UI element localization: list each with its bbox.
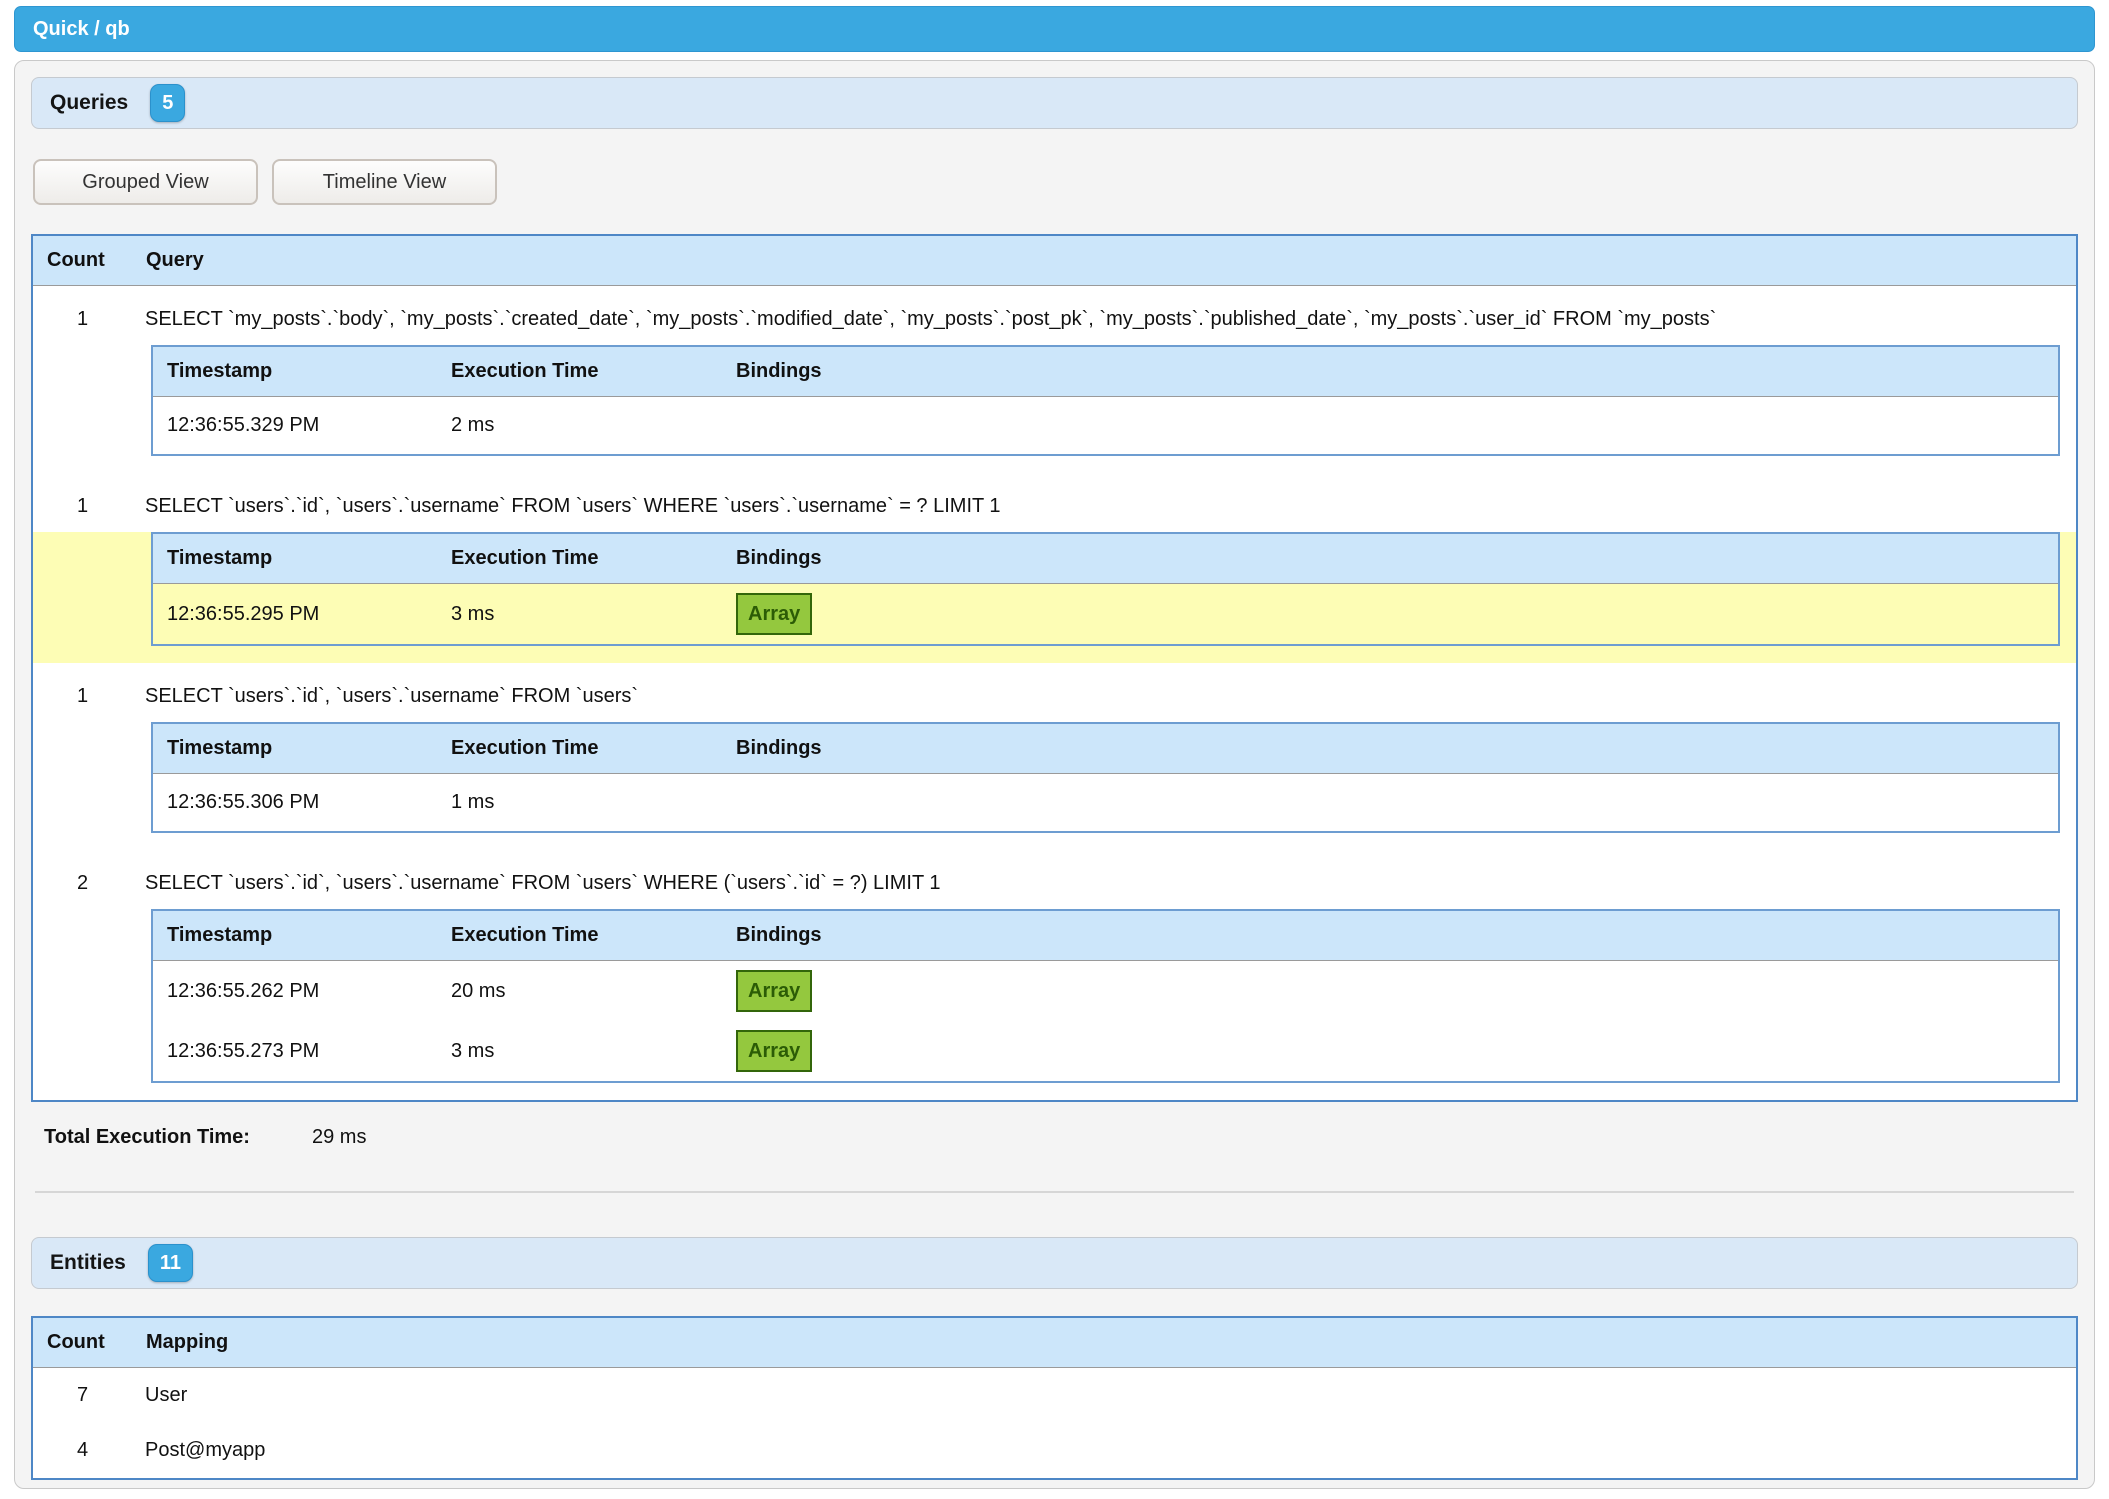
exec-col-execution-time: Execution Time <box>437 533 722 584</box>
execution-row: 12:36:55.262 PM 20 ms Array <box>152 961 2059 1022</box>
exec-bindings: Array <box>722 584 2059 646</box>
total-execution-time-value: 29 ms <box>312 1126 366 1149</box>
query-row: 1 SELECT `users`.`id`, `users`.`username… <box>32 663 2077 722</box>
exec-timestamp: 12:36:55.329 PM <box>152 397 437 456</box>
exec-col-execution-time: Execution Time <box>437 910 722 961</box>
exec-bindings <box>722 397 2059 456</box>
queries-table-header-row: Count Query <box>32 235 2077 286</box>
query-row: 1 SELECT `my_posts`.`body`, `my_posts`.`… <box>32 286 2077 346</box>
query-row: 1 SELECT `users`.`id`, `users`.`username… <box>32 473 2077 532</box>
query-sql: SELECT `my_posts`.`body`, `my_posts`.`cr… <box>132 286 2077 346</box>
exec-col-execution-time: Execution Time <box>437 723 722 774</box>
query-count: 1 <box>32 663 132 722</box>
entity-mapping: Post@myapp <box>132 1423 2077 1479</box>
app-header-title: Quick / qb <box>33 18 130 41</box>
executions-table: Timestamp Execution Time Bindings 12:36:… <box>151 722 2060 833</box>
entity-count: 7 <box>32 1368 132 1424</box>
query-sql: SELECT `users`.`id`, `users`.`username` … <box>132 850 2077 909</box>
exec-time: 3 ms <box>437 1021 722 1082</box>
query-executions-row: Timestamp Execution Time Bindings 12:36:… <box>32 722 2077 850</box>
queries-count-badge: 5 <box>150 84 185 122</box>
exec-bindings <box>722 774 2059 833</box>
bindings-array-button[interactable]: Array <box>736 593 812 635</box>
app-header: Quick / qb <box>14 6 2095 52</box>
timeline-view-button[interactable]: Timeline View <box>272 159 497 205</box>
execution-row: 12:36:55.306 PM 1 ms <box>152 774 2059 833</box>
entity-mapping: User <box>132 1368 2077 1424</box>
entities-section-label: Entities <box>50 1251 126 1275</box>
query-count: 1 <box>32 286 132 346</box>
debug-panel: Queries 5 Grouped View Timeline View Cou… <box>14 60 2095 1489</box>
exec-time: 2 ms <box>437 397 722 456</box>
exec-col-bindings: Bindings <box>722 910 2059 961</box>
queries-table: Count Query 1 SELECT `my_posts`.`body`, … <box>31 234 2078 1102</box>
entities-table-header-row: Count Mapping <box>32 1317 2077 1368</box>
bindings-array-button[interactable]: Array <box>736 970 812 1012</box>
grouped-view-button[interactable]: Grouped View <box>33 159 258 205</box>
exec-col-timestamp: Timestamp <box>152 723 437 774</box>
query-executions-row: Timestamp Execution Time Bindings 12:36:… <box>32 909 2077 1101</box>
queries-section-header[interactable]: Queries 5 <box>31 77 2078 129</box>
exec-time: 1 ms <box>437 774 722 833</box>
exec-col-bindings: Bindings <box>722 723 2059 774</box>
total-execution-time-label: Total Execution Time: <box>44 1126 312 1149</box>
query-sql: SELECT `users`.`id`, `users`.`username` … <box>132 663 2077 722</box>
exec-col-execution-time: Execution Time <box>437 346 722 397</box>
section-divider <box>35 1191 2074 1193</box>
query-count: 1 <box>32 473 132 532</box>
executions-table: Timestamp Execution Time Bindings 12:36:… <box>151 345 2060 456</box>
exec-timestamp: 12:36:55.295 PM <box>152 584 437 646</box>
query-sql: SELECT `users`.`id`, `users`.`username` … <box>132 473 2077 532</box>
entity-row: 7 User <box>32 1368 2077 1424</box>
exec-timestamp: 12:36:55.273 PM <box>152 1021 437 1082</box>
total-execution-time: Total Execution Time: 29 ms <box>44 1126 2078 1149</box>
query-row: 2 SELECT `users`.`id`, `users`.`username… <box>32 850 2077 909</box>
query-executions-row-highlighted: Timestamp Execution Time Bindings 12:36:… <box>32 532 2077 663</box>
queries-col-query: Query <box>132 235 2077 286</box>
exec-col-bindings: Bindings <box>722 346 2059 397</box>
query-count: 2 <box>32 850 132 909</box>
entity-count: 4 <box>32 1423 132 1479</box>
queries-section-label: Queries <box>50 91 128 115</box>
entities-col-mapping: Mapping <box>132 1317 2077 1368</box>
entity-row: 4 Post@myapp <box>32 1423 2077 1479</box>
exec-timestamp: 12:36:55.306 PM <box>152 774 437 833</box>
exec-bindings: Array <box>722 961 2059 1022</box>
entities-count-badge: 11 <box>148 1244 193 1282</box>
exec-time: 3 ms <box>437 584 722 646</box>
query-executions-row: Timestamp Execution Time Bindings 12:36:… <box>32 345 2077 473</box>
exec-timestamp: 12:36:55.262 PM <box>152 961 437 1022</box>
entities-section-header[interactable]: Entities 11 <box>31 1237 2078 1289</box>
exec-time: 20 ms <box>437 961 722 1022</box>
view-toggle-group: Grouped View Timeline View <box>33 159 2078 205</box>
execution-row: 12:36:55.273 PM 3 ms Array <box>152 1021 2059 1082</box>
exec-col-timestamp: Timestamp <box>152 533 437 584</box>
execution-row: 12:36:55.329 PM 2 ms <box>152 397 2059 456</box>
exec-col-timestamp: Timestamp <box>152 910 437 961</box>
queries-col-count: Count <box>32 235 132 286</box>
execution-row: 12:36:55.295 PM 3 ms Array <box>152 584 2059 646</box>
entities-table: Count Mapping 7 User 4 Post@myapp <box>31 1316 2078 1480</box>
exec-bindings: Array <box>722 1021 2059 1082</box>
bindings-array-button[interactable]: Array <box>736 1030 812 1072</box>
exec-col-timestamp: Timestamp <box>152 346 437 397</box>
executions-table: Timestamp Execution Time Bindings 12:36:… <box>151 532 2060 646</box>
executions-table: Timestamp Execution Time Bindings 12:36:… <box>151 909 2060 1083</box>
exec-col-bindings: Bindings <box>722 533 2059 584</box>
entities-col-count: Count <box>32 1317 132 1368</box>
